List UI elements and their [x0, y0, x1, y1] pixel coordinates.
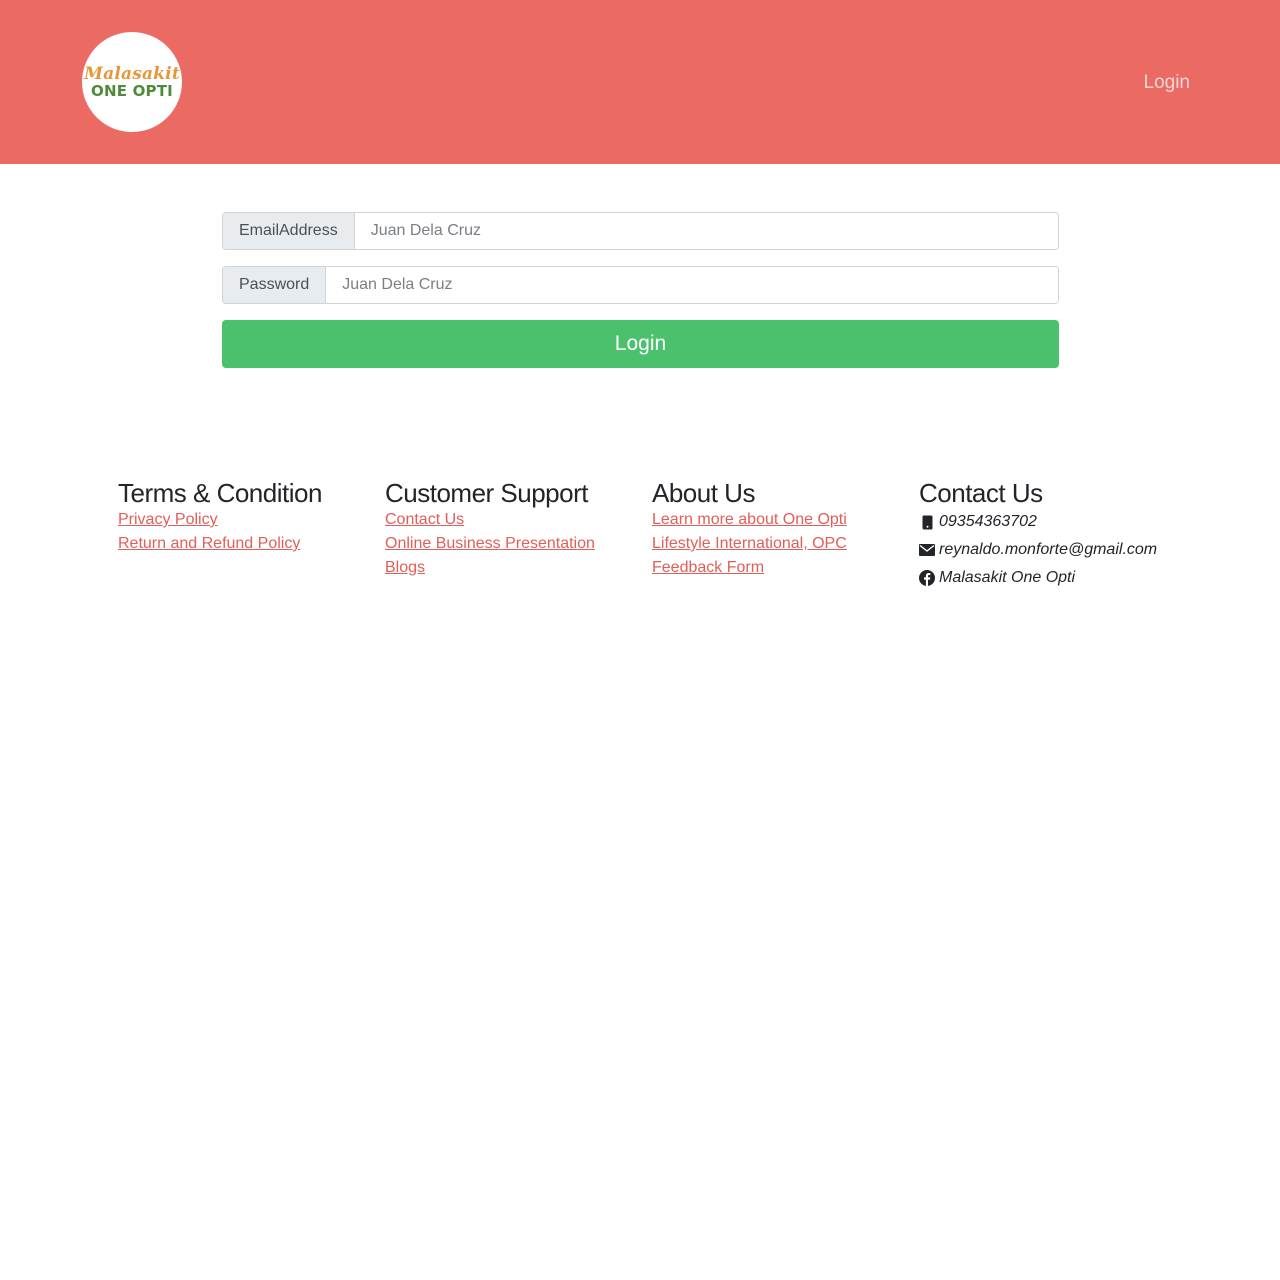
- brand-logo[interactable]: Malasakit ONE OPTI: [82, 32, 182, 132]
- facebook-icon: [919, 570, 935, 586]
- logo-text-block: ONE OPTI: [91, 82, 173, 100]
- lifestyle-international-link[interactable]: Lifestyle International, OPC: [652, 532, 919, 556]
- contact-phone: 09354363702: [919, 508, 1186, 536]
- email-input[interactable]: [354, 213, 1058, 249]
- learn-more-link[interactable]: Learn more about One Opti: [652, 508, 919, 532]
- password-input-group: Password: [222, 266, 1059, 304]
- footer-about-column: About Us Learn more about One Opti Lifes…: [652, 478, 919, 592]
- footer-terms-column: Terms & Condition Privacy Policy Return …: [118, 478, 385, 592]
- nav-login-link[interactable]: Login: [1144, 71, 1191, 95]
- footer-support-links: Contact Us Online Business Presentation …: [385, 508, 652, 580]
- privacy-policy-link[interactable]: Privacy Policy: [118, 508, 385, 532]
- contact-email-text: reynaldo.monforte@gmail.com: [939, 541, 1158, 558]
- site-header: Malasakit ONE OPTI Login: [0, 0, 1280, 164]
- contact-email: reynaldo.monforte@gmail.com: [919, 536, 1186, 564]
- footer-contact-column: Contact Us 09354363702 reynaldo.monforte…: [919, 478, 1186, 592]
- password-input[interactable]: [326, 267, 1058, 303]
- mobile-phone-icon: [919, 514, 935, 530]
- footer-terms-title: Terms & Condition: [118, 478, 322, 508]
- feedback-form-link[interactable]: Feedback Form: [652, 556, 919, 580]
- footer-support-column: Customer Support Contact Us Online Busin…: [385, 478, 652, 592]
- footer-support-title: Customer Support: [385, 478, 588, 508]
- envelope-icon: [919, 542, 935, 558]
- login-form: EmailAddress Password Login: [222, 212, 1059, 368]
- password-label: Password: [223, 267, 327, 303]
- contact-facebook: Malasakit One Opti: [919, 564, 1186, 592]
- business-presentation-link[interactable]: Online Business Presentation: [385, 532, 652, 556]
- footer-about-links: Learn more about One Opti Lifestyle Inte…: [652, 508, 919, 580]
- contact-facebook-text: Malasakit One Opti: [939, 569, 1076, 586]
- logo-text-script: Malasakit: [84, 64, 180, 84]
- footer-terms-links: Privacy Policy Return and Refund Policy: [118, 508, 385, 556]
- contact-phone-text: 09354363702: [939, 513, 1037, 530]
- login-button[interactable]: Login: [222, 320, 1059, 368]
- email-label: EmailAddress: [223, 213, 355, 249]
- footer-contact-title: Contact Us: [919, 478, 1043, 508]
- email-input-group: EmailAddress: [222, 212, 1059, 250]
- contact-us-link[interactable]: Contact Us: [385, 508, 652, 532]
- blogs-link[interactable]: Blogs: [385, 556, 652, 580]
- footer-about-title: About Us: [652, 478, 755, 508]
- site-footer: Terms & Condition Privacy Policy Return …: [118, 478, 1188, 592]
- refund-policy-link[interactable]: Return and Refund Policy: [118, 532, 385, 556]
